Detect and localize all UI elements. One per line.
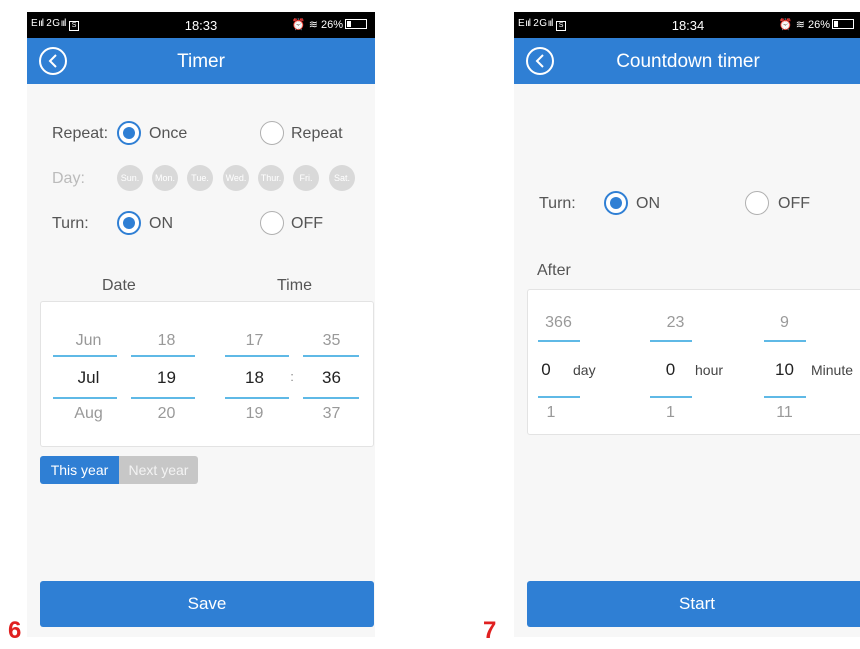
day-label: Day: — [52, 170, 85, 187]
battery-level: 26% — [320, 19, 343, 31]
picker-minute-selected[interactable]: 36 — [304, 368, 359, 388]
picker-line — [538, 396, 580, 398]
picker-month-prev[interactable]: Jun — [61, 332, 116, 350]
picker-day-prev[interactable]: 18 — [139, 332, 194, 350]
timer-screen: Eııl 2Gııl S 18:33 ⏰ ≋ 26% Timer Repeat: … — [27, 12, 375, 637]
battery-icon — [832, 19, 854, 29]
radio-once[interactable] — [117, 121, 141, 145]
battery-icon — [345, 19, 367, 29]
picker-month-selected[interactable]: Jul — [61, 368, 116, 388]
step-number-7: 7 — [483, 617, 497, 644]
picker-line — [538, 340, 580, 342]
picker-line — [650, 340, 692, 342]
status-right: ⏰ ≋ 26% — [779, 18, 854, 31]
radio-off[interactable] — [260, 211, 284, 235]
countdown-picker[interactable]: 366 0 day 1 23 0 hour 1 9 10 Minute 11 — [527, 289, 860, 435]
repeat-option-label[interactable]: Repeat — [291, 125, 343, 143]
day-wed[interactable]: Wed. — [223, 165, 249, 191]
on-label[interactable]: ON — [636, 195, 660, 213]
picker-day-selected[interactable]: 19 — [139, 368, 194, 388]
page-title: Timer — [177, 51, 225, 72]
radio-on[interactable] — [604, 191, 628, 215]
day-fri[interactable]: Fri. — [293, 165, 319, 191]
picker-days-prev[interactable]: 366 — [536, 314, 581, 332]
once-label[interactable]: Once — [149, 125, 187, 143]
save-button[interactable]: Save — [40, 581, 374, 627]
after-label: After — [537, 262, 571, 279]
picker-minutes-prev[interactable]: 9 — [762, 314, 807, 332]
picker-minute-next[interactable]: 37 — [304, 405, 359, 423]
picker-line — [131, 397, 195, 399]
picker-line — [764, 340, 806, 342]
picker-minute-prev[interactable]: 35 — [304, 332, 359, 350]
radio-on[interactable] — [117, 211, 141, 235]
next-year-tab[interactable]: Next year — [119, 456, 198, 484]
radio-off[interactable] — [745, 191, 769, 215]
picker-hour-selected[interactable]: 18 — [227, 368, 282, 388]
battery-level: 26% — [807, 19, 830, 31]
picker-line — [303, 397, 359, 399]
off-label[interactable]: OFF — [291, 215, 323, 233]
time-separator: : — [290, 369, 294, 384]
title-bar: Timer — [27, 38, 375, 84]
date-header: Date — [102, 277, 136, 294]
picker-minutes-next[interactable]: 11 — [762, 404, 807, 422]
picker-day-next[interactable]: 20 — [139, 405, 194, 423]
countdown-screen: Eııl 2Gııl S 18:34 ⏰ ≋ 26% Countdown time… — [514, 12, 860, 637]
step-number-6: 6 — [8, 617, 22, 644]
picker-hours-next[interactable]: 1 — [648, 404, 693, 422]
picker-days-next[interactable]: 1 — [536, 404, 566, 422]
picker-line — [53, 355, 117, 357]
day-tue[interactable]: Tue. — [187, 165, 213, 191]
day-sun[interactable]: Sun. — [117, 165, 143, 191]
picker-line — [53, 397, 117, 399]
day-sat[interactable]: Sat. — [329, 165, 355, 191]
turn-label: Turn: — [539, 195, 576, 212]
picker-line — [131, 355, 195, 357]
unit-minute: Minute — [811, 362, 854, 378]
repeat-label: Repeat: — [52, 125, 109, 142]
this-year-tab[interactable]: This year — [40, 456, 119, 484]
radio-repeat[interactable] — [260, 121, 284, 145]
time-header: Time — [277, 277, 312, 294]
picker-line — [303, 355, 359, 357]
status-bar: Eııl 2Gııl S 18:34 ⏰ ≋ 26% — [514, 12, 860, 38]
title-bar: Countdown timer — [514, 38, 860, 84]
alarm-clock-icon: ⏰ — [778, 19, 793, 31]
picker-line — [225, 355, 289, 357]
on-label[interactable]: ON — [149, 215, 173, 233]
unit-day: day — [573, 362, 596, 378]
picker-minutes-selected[interactable]: 10 — [762, 360, 807, 380]
picker-days-selected[interactable]: 0 — [531, 360, 561, 380]
picker-month-next[interactable]: Aug — [61, 405, 116, 423]
turn-label: Turn: — [52, 215, 89, 232]
picker-hours-selected[interactable]: 0 — [648, 360, 693, 380]
picker-hours-prev[interactable]: 23 — [653, 314, 698, 332]
unit-hour: hour — [695, 362, 724, 378]
wifi-icon: ≋ — [308, 19, 318, 31]
picker-line — [764, 396, 806, 398]
datetime-picker[interactable]: Jun Jul Aug 18 19 20 17 18 19 : 35 36 37 — [40, 301, 374, 447]
picker-line — [225, 397, 289, 399]
wifi-icon: ≋ — [795, 19, 805, 31]
off-label[interactable]: OFF — [778, 195, 810, 213]
status-right: ⏰ ≋ 26% — [292, 18, 367, 31]
picker-hour-prev[interactable]: 17 — [227, 332, 282, 350]
day-mon[interactable]: Mon. — [152, 165, 178, 191]
picker-hour-next[interactable]: 19 — [227, 405, 282, 423]
picker-line — [650, 396, 692, 398]
day-thur[interactable]: Thur. — [258, 165, 284, 191]
page-title: Countdown timer — [616, 51, 760, 72]
start-button[interactable]: Start — [527, 581, 860, 627]
alarm-clock-icon: ⏰ — [291, 19, 306, 31]
status-bar: Eııl 2Gııl S 18:33 ⏰ ≋ 26% — [27, 12, 375, 38]
